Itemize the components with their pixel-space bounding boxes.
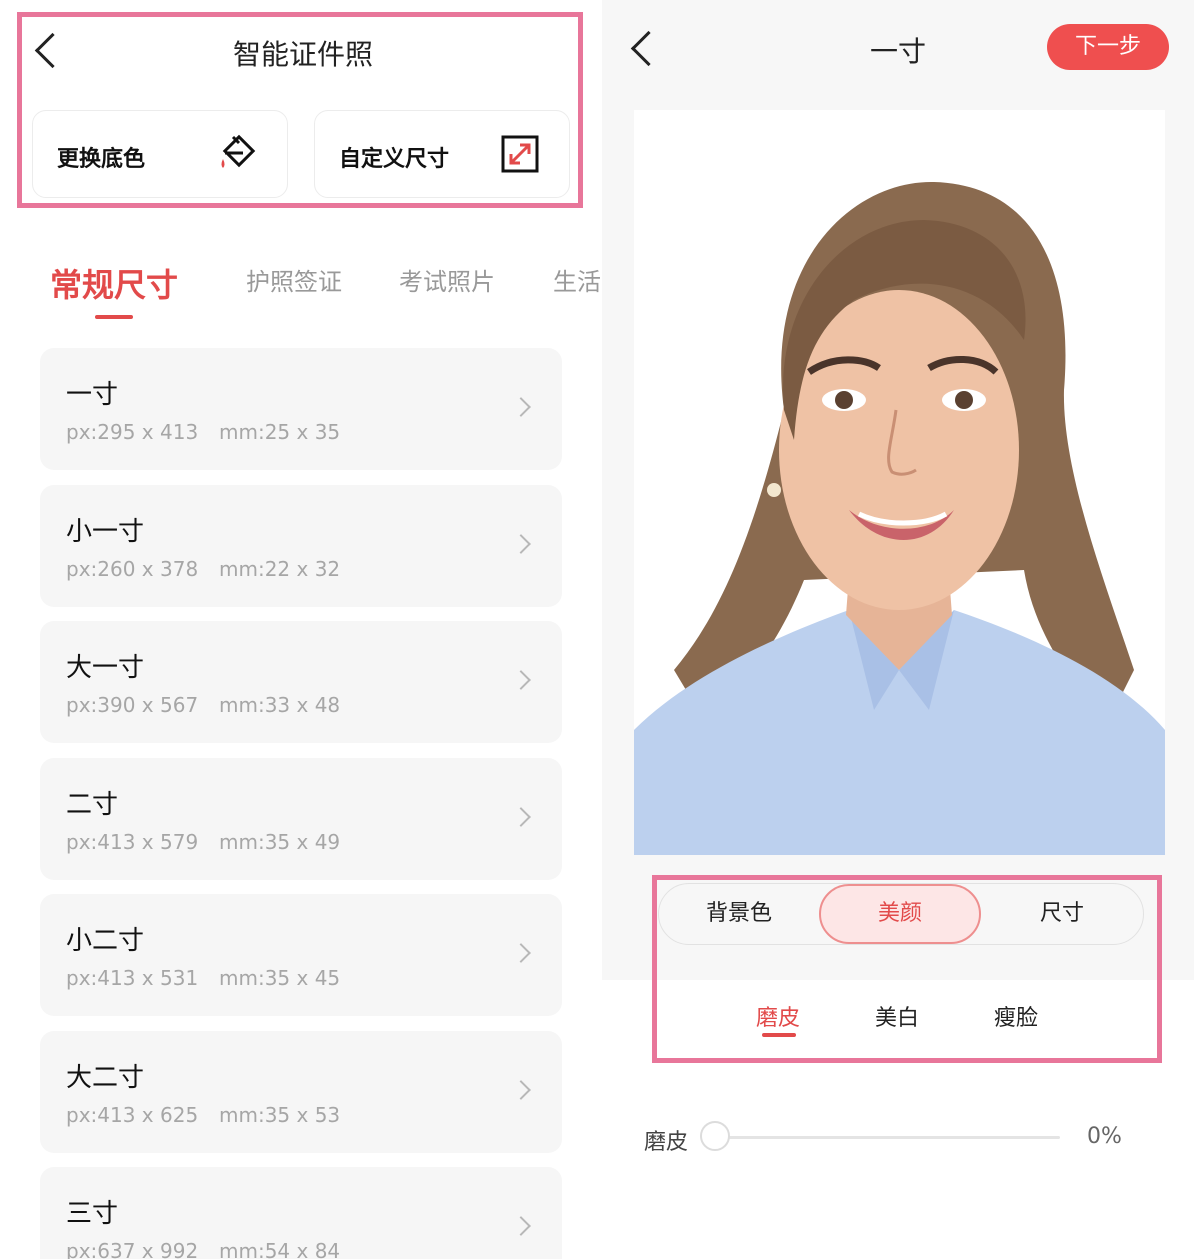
size-mm: mm:35 x 53 xyxy=(219,1103,341,1127)
size-mm: mm:25 x 35 xyxy=(219,420,341,444)
size-name: 一寸 xyxy=(66,380,119,410)
chevron-right-icon xyxy=(511,1216,531,1236)
tab-life[interactable]: 生活 xyxy=(553,262,601,297)
next-step-button[interactable]: 下一步 xyxy=(1047,24,1169,70)
slider-value: 0% xyxy=(1087,1124,1122,1149)
size-px: px:637 x 992 xyxy=(66,1239,199,1259)
active-tab-underline xyxy=(95,315,133,319)
chevron-right-icon xyxy=(511,670,531,690)
smooth-skin-slider-track[interactable] xyxy=(714,1136,1060,1139)
tab-standard-size[interactable]: 常规尺寸 xyxy=(50,260,178,306)
slider-label: 磨皮 xyxy=(644,1130,689,1155)
size-item-1-inch[interactable]: 一寸 px:295 x 413 mm:25 x 35 xyxy=(40,348,562,470)
size-mm: mm:35 x 49 xyxy=(219,830,341,854)
page-title: 一寸 xyxy=(870,35,927,68)
size-name: 二寸 xyxy=(66,790,119,820)
size-name: 大一寸 xyxy=(66,653,145,683)
chevron-right-icon xyxy=(511,807,531,827)
size-px: px:295 x 413 xyxy=(66,420,199,444)
size-name: 小一寸 xyxy=(66,517,145,547)
id-photo-preview xyxy=(634,110,1165,855)
photo-editor-screen: 一寸 下一步 背景色 美颜 尺寸 磨皮 美白 瘦脸 磨皮 0% xyxy=(602,0,1200,1259)
portrait-image xyxy=(634,181,1165,855)
size-px: px:413 x 531 xyxy=(66,966,199,990)
tab-passport-visa[interactable]: 护照签证 xyxy=(246,262,342,297)
size-item-small-2-inch[interactable]: 小二寸 px:413 x 531 mm:35 x 45 xyxy=(40,894,562,1016)
size-mm: mm:35 x 45 xyxy=(219,966,341,990)
size-px: px:390 x 567 xyxy=(66,693,199,717)
size-name: 小二寸 xyxy=(66,926,145,956)
chevron-right-icon xyxy=(511,943,531,963)
size-name: 大二寸 xyxy=(66,1063,145,1093)
tab-exam-photo[interactable]: 考试照片 xyxy=(399,262,495,297)
highlight-frame-header xyxy=(17,12,583,208)
size-item-large-1-inch[interactable]: 大一寸 px:390 x 567 mm:33 x 48 xyxy=(40,621,562,743)
size-px: px:413 x 625 xyxy=(66,1103,199,1127)
size-item-2-inch[interactable]: 二寸 px:413 x 579 mm:35 x 49 xyxy=(40,758,562,880)
size-item-large-2-inch[interactable]: 大二寸 px:413 x 625 mm:35 x 53 xyxy=(40,1031,562,1153)
size-mm: mm:33 x 48 xyxy=(219,693,341,717)
size-item-small-1-inch[interactable]: 小一寸 px:260 x 378 mm:22 x 32 xyxy=(40,485,562,607)
size-item-3-inch[interactable]: 三寸 px:637 x 992 mm:54 x 84 xyxy=(40,1167,562,1259)
size-mm: mm:22 x 32 xyxy=(219,557,341,581)
size-name: 三寸 xyxy=(66,1199,119,1229)
size-mm: mm:54 x 84 xyxy=(219,1239,341,1259)
size-px: px:260 x 378 xyxy=(66,557,199,581)
chevron-right-icon xyxy=(511,534,531,554)
chevron-right-icon xyxy=(511,397,531,417)
chevron-right-icon xyxy=(511,1080,531,1100)
smooth-skin-slider-thumb[interactable] xyxy=(700,1121,730,1151)
size-selection-screen: 智能证件照 更换底色 自定义尺寸 常规尺寸 护照签证 考试照片 生活 一寸 px… xyxy=(0,0,602,1259)
highlight-frame-editor-tabs xyxy=(652,875,1162,1063)
size-px: px:413 x 579 xyxy=(66,830,199,854)
